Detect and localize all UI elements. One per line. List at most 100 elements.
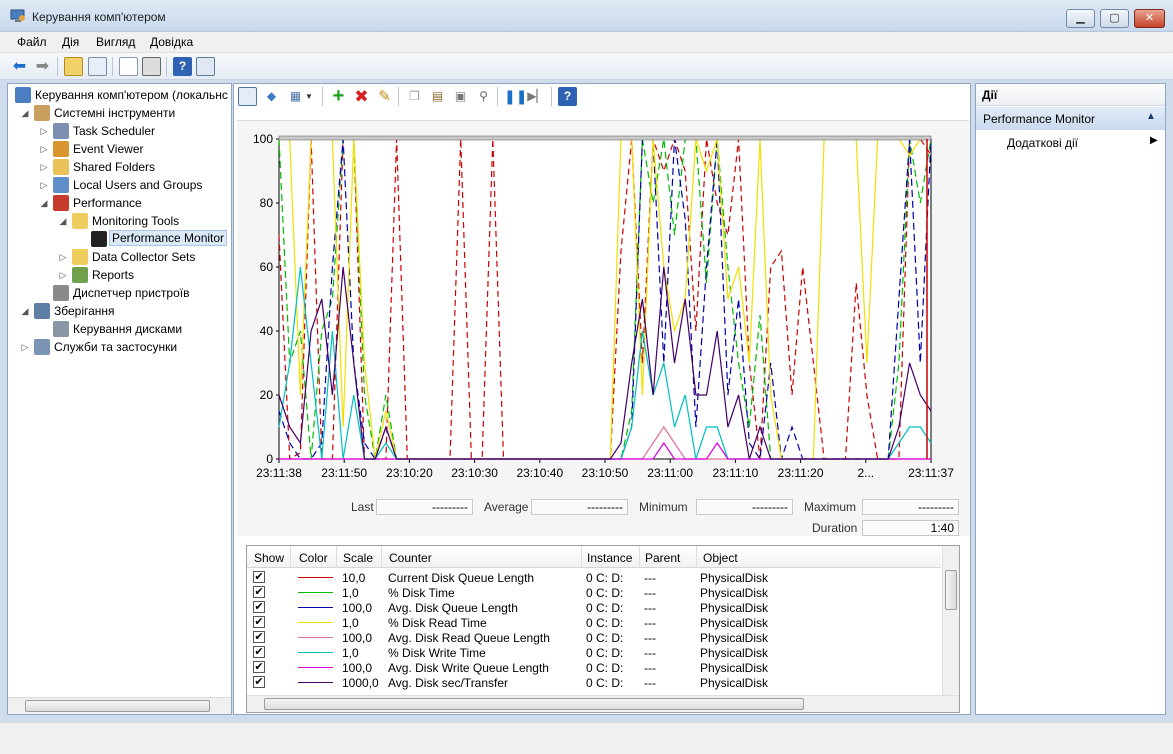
show-hide-tree-icon[interactable] (88, 57, 107, 76)
console-tree-pane: Керування комп'ютером (локальнс ◢ Системні… (7, 83, 232, 715)
menu-action[interactable]: Дія (62, 35, 79, 49)
title-bar: Керування комп'ютером ▁ ▢ ✕ (0, 0, 1173, 32)
menu-bar: Файл Дія Вигляд Довідка (0, 32, 1173, 53)
actions-section-perfmon[interactable]: Performance Monitor ▲ (976, 107, 1165, 130)
duration-label: Duration (812, 521, 858, 535)
x-tick-label: 23:10:30 (451, 466, 498, 480)
tree-item-label: Служби та застосунки (54, 340, 178, 354)
counter-cell: Avg. Disk Write Queue Length (388, 661, 549, 675)
scrollbar-thumb[interactable] (264, 698, 804, 710)
tree-expander-icon[interactable]: ▷ (39, 176, 49, 194)
scale-cell: 10,0 (342, 571, 366, 585)
show-checkbox[interactable]: ✔ (253, 601, 265, 613)
show-checkbox[interactable]: ✔ (253, 571, 265, 583)
tree-expander-icon[interactable]: ▷ (20, 338, 30, 356)
view-histogram-icon[interactable]: ◆ (262, 87, 281, 106)
print-icon[interactable] (142, 57, 161, 76)
copy-properties-icon[interactable]: ❐ (405, 87, 424, 106)
change-graph-type-icon[interactable]: ▦ (286, 87, 305, 106)
tree-expander-icon[interactable]: ▷ (39, 122, 49, 140)
show-action-pane-icon[interactable] (196, 57, 215, 76)
tree-expander-icon[interactable]: ◢ (58, 212, 68, 230)
counter-horizontal-scrollbar[interactable] (247, 695, 959, 712)
tree-expander-icon[interactable]: ▷ (39, 140, 49, 158)
menu-help[interactable]: Довідка (150, 35, 193, 49)
tree-expander-icon[interactable]: ◢ (20, 104, 30, 122)
counter-vertical-scrollbar[interactable] (942, 546, 959, 695)
menu-file[interactable]: Файл (17, 35, 47, 49)
scale-cell: 100,0 (342, 631, 373, 645)
tree-expander-icon[interactable]: ◢ (39, 194, 49, 212)
counter-row[interactable]: ✔ 10,0 Current Disk Queue Length 0 C: D: ---… (247, 570, 941, 585)
performance-graph: 100 80 60 40 20 0 23:11:38 23:11:50 23:10:20 23:1… (237, 120, 969, 536)
col-show[interactable]: Show (254, 551, 284, 565)
perfmon-icon (91, 231, 107, 247)
show-checkbox[interactable]: ✔ (253, 586, 265, 598)
view-graph-icon[interactable] (238, 87, 257, 106)
add-counter-icon[interactable]: + (329, 86, 348, 106)
show-checkbox[interactable]: ✔ (253, 616, 265, 628)
window-title: Керування комп'ютером (32, 10, 166, 24)
help-icon[interactable]: ? (173, 57, 192, 76)
freeze-display-icon[interactable]: ❚❚ (504, 87, 527, 106)
col-color[interactable]: Color (299, 551, 328, 565)
tree-item-label: Reports (92, 268, 135, 282)
col-instance[interactable]: Instance (587, 551, 632, 565)
y-tick-label: 20 (260, 388, 274, 402)
close-button[interactable]: ✕ (1134, 9, 1165, 28)
collapse-icon[interactable]: ▲ (1146, 111, 1156, 122)
counter-row[interactable]: ✔ 1,0 % Disk Read Time 0 C: D: --- PhysicalDi… (247, 615, 941, 630)
zoom-icon[interactable]: ⚲ (474, 87, 493, 106)
x-tick-label: 23:11:10 (712, 466, 758, 480)
scrollbar-thumb[interactable] (945, 570, 957, 610)
counter-row[interactable]: ✔ 1,0 % Disk Write Time 0 C: D: --- PhysicalD… (247, 645, 941, 660)
tree-expander-icon[interactable]: ◢ (20, 302, 30, 320)
counter-row[interactable]: ✔ 100,0 Avg. Disk Queue Length 0 C: D: --- Ph… (247, 600, 941, 615)
maximize-button[interactable]: ▢ (1100, 9, 1129, 28)
tree-expander-icon[interactable]: ▷ (58, 266, 68, 284)
scale-cell: 1000,0 (342, 676, 379, 690)
show-checkbox[interactable]: ✔ (253, 631, 265, 643)
counter-row[interactable]: ✔ 1000,0 Avg. Disk sec/Transfer 0 C: D: --- P… (247, 675, 941, 690)
counter-row[interactable]: ✔ 100,0 Avg. Disk Read Queue Length 0 C: D:… (247, 630, 941, 645)
menu-view[interactable]: Вигляд (96, 35, 135, 49)
color-swatch (298, 652, 333, 653)
folder-icon (72, 213, 88, 229)
show-checkbox[interactable]: ✔ (253, 661, 265, 673)
tree-expander-icon[interactable]: ▷ (58, 248, 68, 266)
properties-icon[interactable] (119, 57, 138, 76)
counter-row[interactable]: ✔ 1,0 % Disk Time 0 C: D: --- PhysicalDisk (247, 585, 941, 600)
col-parent[interactable]: Parent (645, 551, 680, 565)
counter-cell: % Disk Read Time (388, 616, 487, 630)
col-object[interactable]: Object (703, 551, 738, 565)
counter-row[interactable]: ✔ 100,0 Avg. Disk Write Queue Length 0 C: D… (247, 660, 941, 675)
instance-cell: 0 C: D: (586, 601, 624, 615)
x-tick-label: 23:10:50 (582, 466, 629, 480)
paste-counter-list-icon[interactable]: ▤ (428, 87, 447, 106)
back-icon[interactable]: ⬅ (10, 57, 29, 76)
more-actions-item[interactable]: Додаткові дії (1007, 136, 1078, 150)
delete-counter-icon[interactable]: ✖ (352, 87, 371, 106)
tree-expander-icon[interactable]: ▷ (39, 158, 49, 176)
col-counter[interactable]: Counter (389, 551, 432, 565)
col-scale[interactable]: Scale (343, 551, 373, 565)
forward-icon[interactable]: ➡ (33, 57, 52, 76)
tree-horizontal-scrollbar[interactable] (8, 697, 231, 714)
show-checkbox[interactable]: ✔ (253, 676, 265, 688)
folder-icon (72, 249, 88, 265)
update-data-icon[interactable]: ▶▏ (527, 87, 546, 106)
graph-type-dropdown-icon[interactable]: ▼ (304, 87, 314, 106)
minimize-button[interactable]: ▁ (1066, 9, 1095, 28)
help-icon[interactable]: ? (558, 87, 577, 106)
event-viewer-icon (53, 141, 69, 157)
tree-item-label: Monitoring Tools (92, 214, 180, 228)
show-checkbox[interactable]: ✔ (253, 646, 265, 658)
object-cell: PhysicalDisk (700, 661, 769, 675)
properties-icon[interactable]: ▣ (451, 87, 470, 106)
tree-item-label: Керування дисками (73, 322, 183, 336)
scrollbar-thumb[interactable] (25, 700, 210, 712)
highlight-icon[interactable]: ✎ (375, 87, 394, 106)
color-swatch (298, 667, 333, 668)
up-folder-icon[interactable] (64, 57, 83, 76)
reports-icon (72, 267, 88, 283)
